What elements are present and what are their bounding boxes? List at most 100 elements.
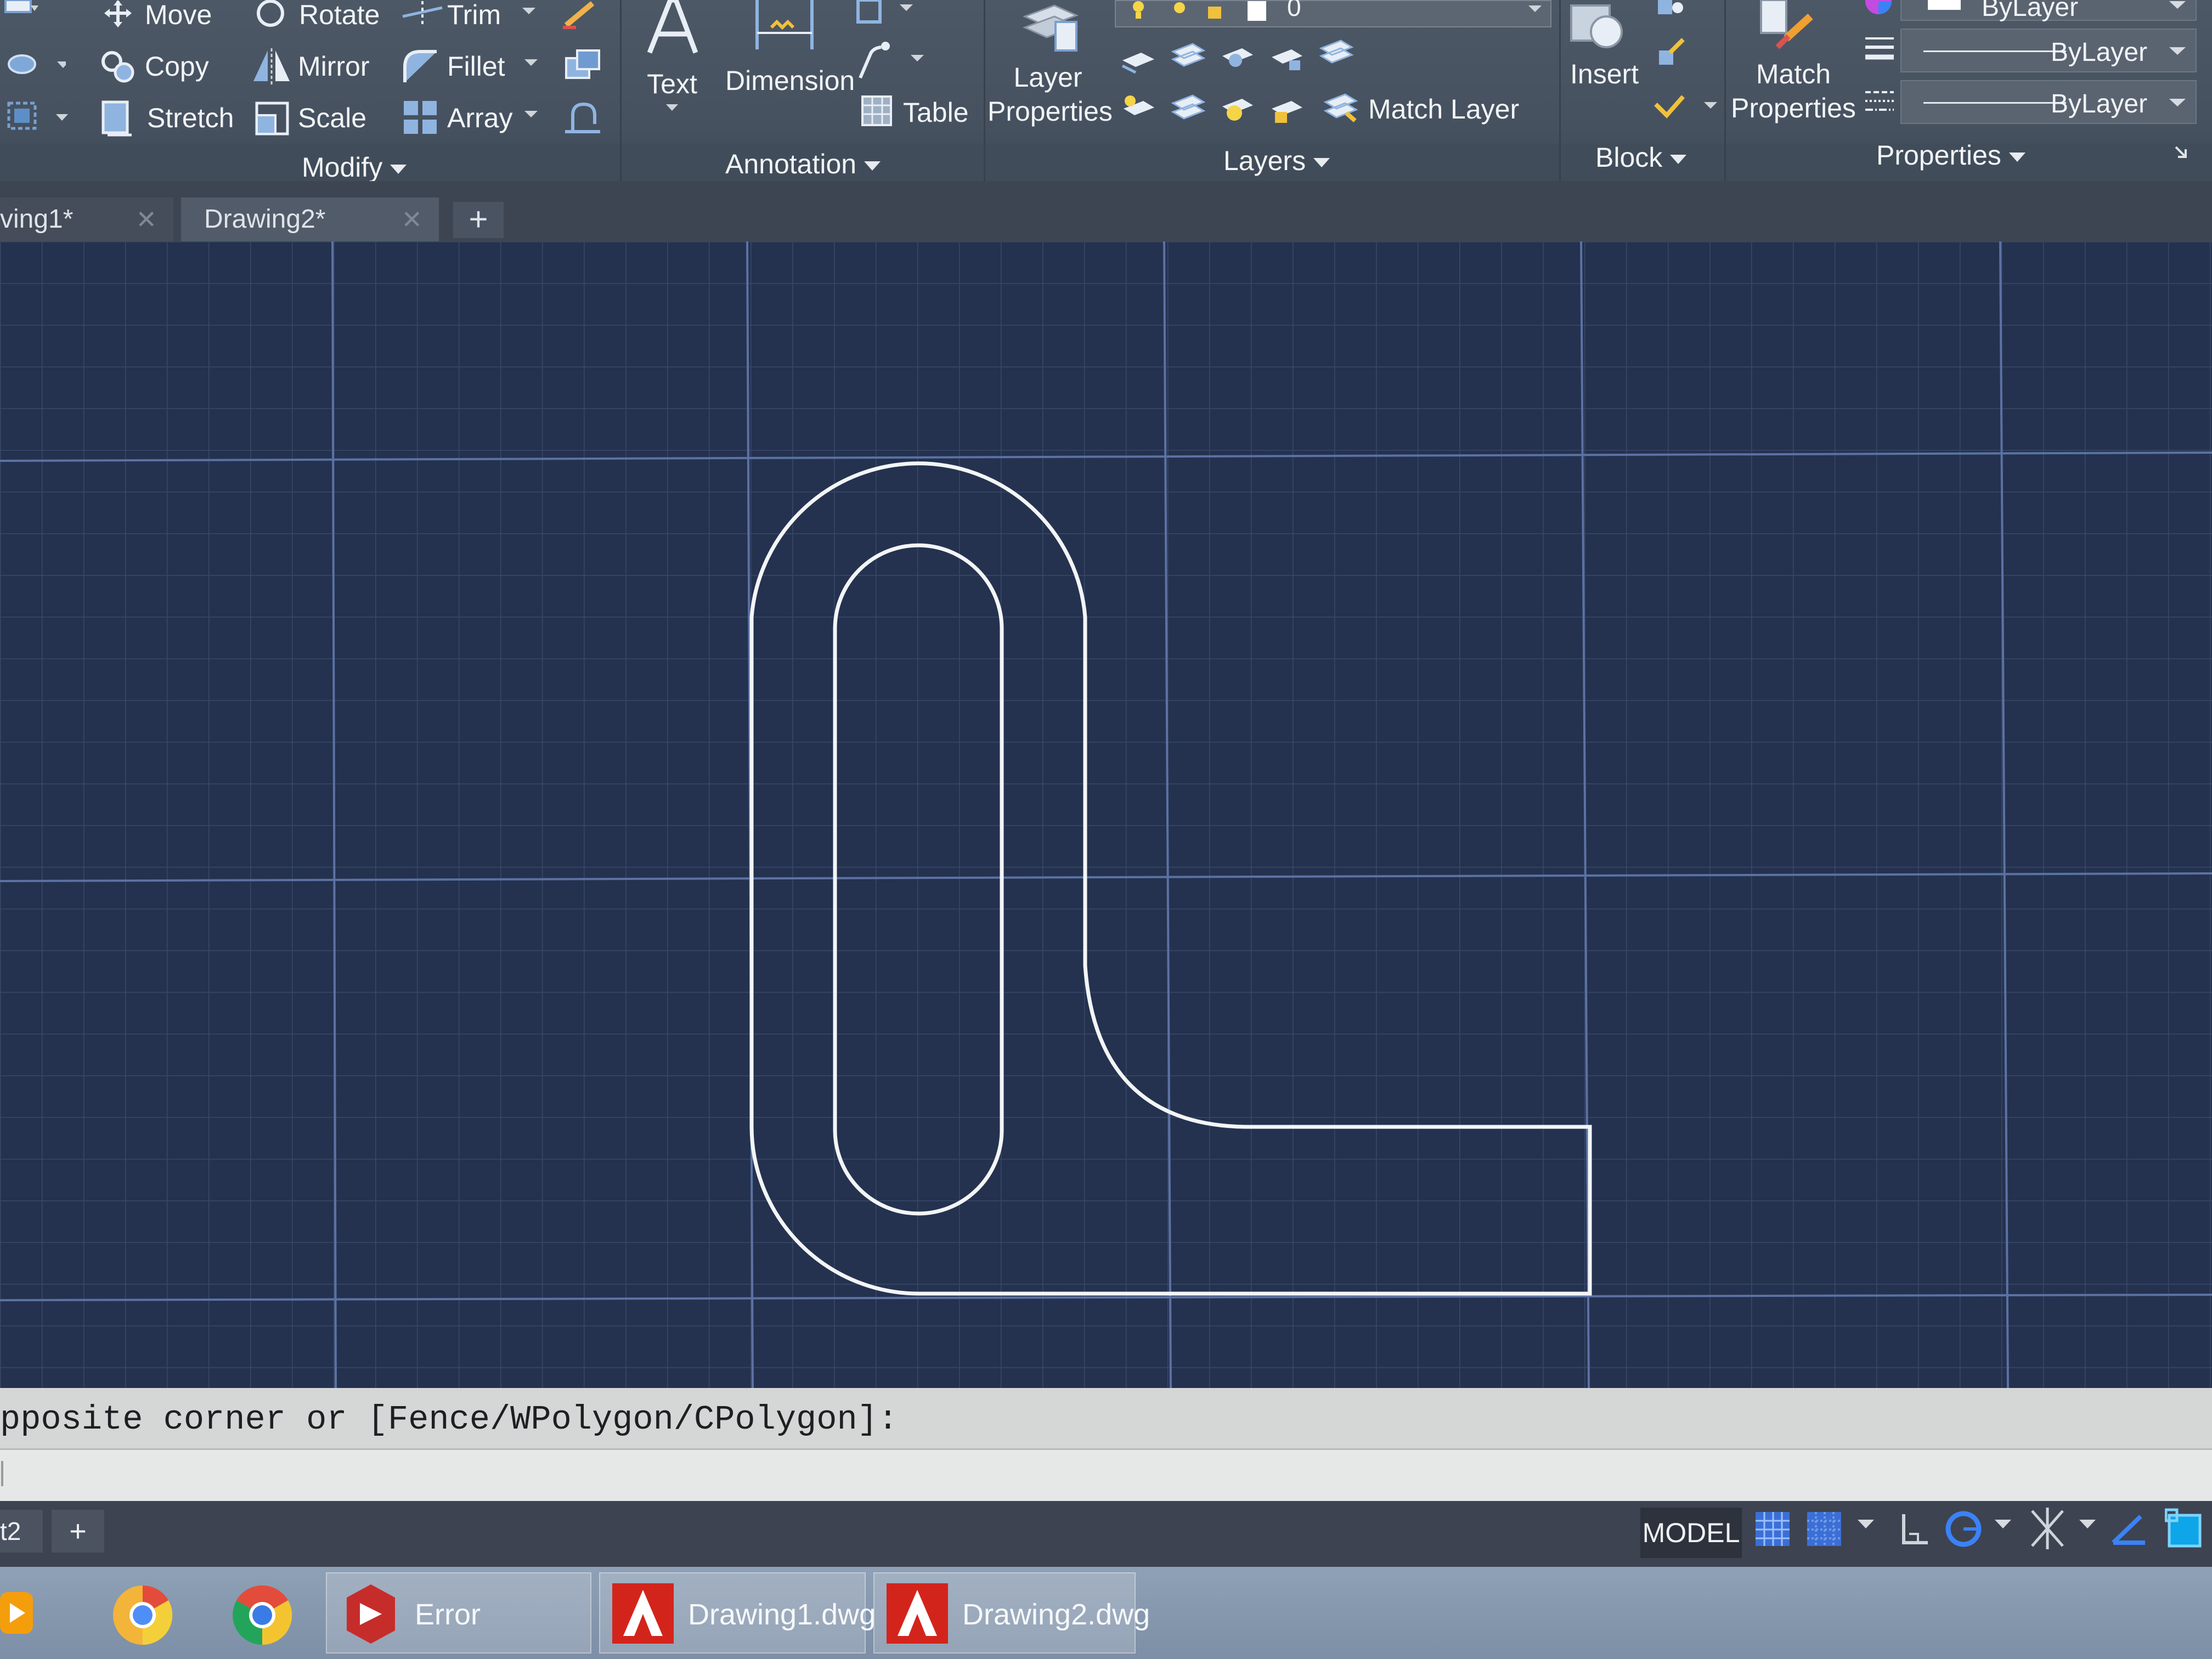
annotation-panel-label[interactable]: Annotation: [725, 150, 881, 178]
taskbar-item-drawing2[interactable]: Drawing2.dwg: [873, 1572, 1150, 1654]
move-button[interactable]: Move: [145, 1, 212, 29]
layers-panel-label[interactable]: Layers: [1223, 147, 1330, 174]
text-dropdown-chevron-icon[interactable]: [666, 104, 678, 112]
array-dropdown-chevron-icon[interactable]: [524, 111, 538, 119]
text-button[interactable]: Text: [642, 70, 702, 98]
match-properties-label-line2[interactable]: Properties: [1728, 94, 1859, 122]
fillet-icon[interactable]: [402, 48, 440, 84]
fillet-dropdown-chevron-icon[interactable]: [524, 59, 538, 67]
new-layout-button[interactable]: +: [52, 1510, 104, 1553]
block-panel-label[interactable]: Block: [1595, 144, 1687, 171]
properties-panel-label[interactable]: Properties: [1876, 142, 2025, 169]
chrome-icon[interactable]: [229, 1582, 295, 1648]
linetype-dropdown[interactable]: ByLayer: [1900, 29, 2197, 72]
match-properties-label-line1[interactable]: Match: [1728, 60, 1859, 88]
chrome-canary-icon[interactable]: [110, 1582, 176, 1648]
linetype-icon[interactable]: [1863, 87, 1896, 120]
tab-drawing2[interactable]: Drawing2* ✕: [181, 198, 439, 241]
multileader-icon[interactable]: [856, 0, 922, 33]
table-icon[interactable]: [860, 94, 893, 127]
stretch-icon[interactable]: [99, 99, 137, 138]
properties-panel-dropdown-icon[interactable]: [2008, 153, 2025, 162]
layer-unlock-icon[interactable]: [1267, 94, 1306, 127]
layers-panel-dropdown-icon[interactable]: [1313, 158, 1330, 168]
layer-dropdown[interactable]: 0: [1115, 0, 1551, 27]
layer-isolate-icon[interactable]: [1169, 40, 1207, 75]
match-layer-button[interactable]: Match Layer: [1368, 95, 1519, 123]
snap-mode-icon[interactable]: [1805, 1510, 1843, 1548]
lineweight-icon[interactable]: [1863, 34, 1896, 67]
move-icon[interactable]: [99, 0, 137, 27]
trim-dropdown-chevron-icon[interactable]: [522, 8, 535, 15]
erase-icon[interactable]: [560, 0, 603, 31]
mirror-icon[interactable]: [251, 48, 292, 84]
block-panel-dropdown-icon[interactable]: [1670, 155, 1687, 165]
match-properties-icon[interactable]: [1756, 0, 1819, 53]
explode-icon[interactable]: [561, 46, 605, 84]
scale-button[interactable]: Scale: [298, 104, 366, 132]
layout-tab[interactable]: t2: [0, 1510, 43, 1553]
dimension-button[interactable]: Dimension: [725, 67, 855, 94]
layer-properties-icon[interactable]: [1022, 0, 1082, 55]
layer-properties-label-line1[interactable]: Layer: [988, 64, 1108, 91]
array-icon[interactable]: [402, 99, 440, 137]
polar-dropdown-chevron-icon[interactable]: [1995, 1520, 2011, 1531]
text-icon[interactable]: [642, 0, 702, 57]
select-icon[interactable]: [0, 0, 44, 22]
layer-off-icon[interactable]: [1119, 44, 1158, 77]
create-block-icon[interactable]: [1650, 0, 1689, 22]
drawing-canvas[interactable]: [0, 241, 2212, 1388]
trim-icon[interactable]: [400, 0, 444, 29]
trim-button[interactable]: Trim: [447, 1, 501, 29]
layer-properties-label-line2[interactable]: Properties: [988, 98, 1113, 125]
fillet-button[interactable]: Fillet: [447, 53, 505, 80]
copy-button[interactable]: Copy: [145, 53, 209, 80]
grid-display-icon[interactable]: [1753, 1510, 1792, 1548]
lasso-icon[interactable]: [5, 50, 66, 78]
match-layer-icon[interactable]: [1321, 89, 1359, 125]
layer-freeze-icon[interactable]: [1218, 41, 1256, 76]
polar-tracking-icon[interactable]: [1944, 1510, 1983, 1548]
modify-panel-label[interactable]: Modify: [302, 154, 407, 181]
linetype-dropdown-chevron-icon[interactable]: [2169, 47, 2186, 56]
make-current-icon[interactable]: [1119, 92, 1158, 127]
region-icon[interactable]: [5, 99, 71, 134]
layer-dropdown-chevron-icon[interactable]: [1528, 5, 1542, 13]
close-icon[interactable]: ✕: [136, 198, 157, 241]
copy-icon[interactable]: [99, 48, 137, 87]
mirror-button[interactable]: Mirror: [298, 53, 370, 80]
scale-icon[interactable]: [253, 100, 292, 137]
model-space[interactable]: [0, 241, 2212, 1388]
annotation-panel-dropdown-icon[interactable]: [864, 161, 881, 171]
array-button[interactable]: Array: [447, 104, 512, 132]
edit-attributes-icon[interactable]: [1650, 91, 1722, 124]
edit-block-icon[interactable]: [1650, 36, 1689, 69]
command-input[interactable]: [0, 1448, 2212, 1501]
dimension-icon[interactable]: [752, 0, 817, 53]
modify-panel-dropdown-icon[interactable]: [390, 165, 407, 174]
isodraft-icon[interactable]: [2027, 1506, 2068, 1550]
layer-walk-icon[interactable]: [1169, 91, 1207, 126]
leader-icon[interactable]: [856, 41, 927, 82]
rotate-button[interactable]: Rotate: [299, 1, 380, 29]
color-dropdown[interactable]: ByLayer: [1900, 0, 2197, 22]
table-button[interactable]: Table: [903, 99, 969, 126]
tab-drawing1[interactable]: ving1* ✕: [0, 198, 173, 241]
stretch-button[interactable]: Stretch: [147, 104, 234, 132]
snap-dropdown-chevron-icon[interactable]: [1858, 1520, 1874, 1531]
object-snap-tracking-icon[interactable]: [2110, 1510, 2148, 1548]
new-tab-button[interactable]: +: [453, 202, 504, 238]
object-snap-icon[interactable]: [2165, 1508, 2207, 1549]
lineweight-dropdown[interactable]: ByLayer: [1900, 80, 2197, 124]
taskbar-item-error[interactable]: Error: [326, 1572, 591, 1654]
taskbar-item-drawing1[interactable]: Drawing1.dwg: [599, 1572, 876, 1654]
ortho-mode-icon[interactable]: [1898, 1512, 1931, 1548]
insert-block-icon[interactable]: [1568, 0, 1632, 53]
offset-icon[interactable]: [562, 99, 603, 137]
color-wheel-icon[interactable]: [1862, 0, 1895, 16]
color-dropdown-chevron-icon[interactable]: [2169, 1, 2186, 10]
layer-thaw-icon[interactable]: [1218, 91, 1256, 126]
panel-launcher-icon[interactable]: [2172, 144, 2189, 160]
layer-previous-icon[interactable]: [1317, 36, 1355, 71]
media-player-icon[interactable]: [0, 1589, 38, 1638]
